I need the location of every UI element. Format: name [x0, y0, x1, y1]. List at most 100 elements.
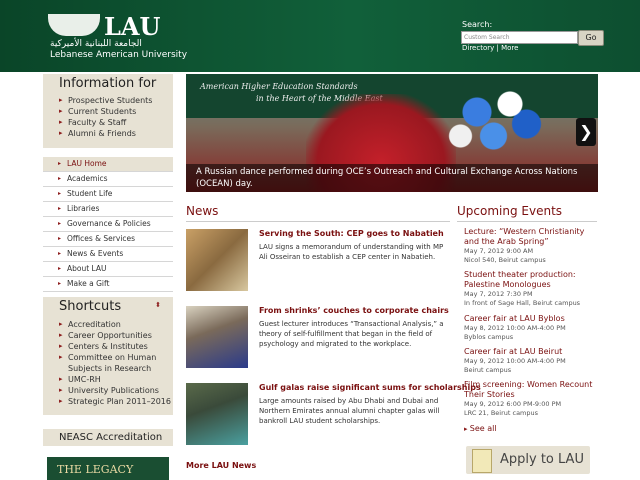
event-date: May 7, 2012 7:30 PM [464, 290, 533, 298]
events-heading: Upcoming Events [457, 204, 597, 222]
event-title[interactable]: Film screening: Women Recount Their Stor… [464, 380, 598, 400]
search-label: Search: [462, 20, 493, 29]
nav-item-academics[interactable]: ▸ Academics [43, 172, 173, 187]
site-header: LAU الجامعة اللبنانية الأميركية Lebanese… [0, 0, 640, 72]
event-place: Beirut campus [464, 366, 512, 374]
shortcuts-title: Shortcuts ⬍ [59, 299, 161, 314]
news-item: From shrinks’ couches to corporate chair… [186, 306, 450, 368]
info-item-current[interactable]: ▸ Current Students [59, 106, 173, 117]
search-input[interactable]: Custom Search [461, 31, 578, 44]
triangle-bullet-icon: ▸ [59, 107, 63, 115]
nav-item-about[interactable]: ▸ About LAU [43, 262, 173, 277]
more-news-link[interactable]: More LAU News [186, 461, 256, 470]
news-title[interactable]: Gulf galas raise significant sums for sc… [259, 383, 481, 392]
news-title[interactable]: From shrinks’ couches to corporate chair… [259, 306, 449, 315]
event-date: May 7, 2012 9:00 AM [464, 247, 534, 255]
logo-text: LAU [104, 12, 161, 41]
collapse-icon[interactable]: ⬍ [155, 301, 161, 309]
nav-item-libraries[interactable]: ▸ Libraries [43, 202, 173, 217]
event-place: LRC 21, Beirut campus [464, 409, 539, 417]
info-item-prospective[interactable]: ▸ Prospective Students [59, 95, 173, 106]
lau-logo[interactable]: LAU الجامعة اللبنانية الأميركية Lebanese… [48, 12, 187, 60]
neasc-accreditation-link[interactable]: NEASC Accreditation [43, 429, 173, 446]
nav-item-governance[interactable]: ▸ Governance & Policies [43, 217, 173, 232]
see-all-events-link[interactable]: ▸ See all [464, 424, 497, 433]
event-title[interactable]: Lecture: “Western Christianity and the A… [464, 227, 598, 247]
balloons-image [444, 80, 554, 160]
triangle-bullet-icon: ▸ [59, 386, 63, 394]
info-panel: Information for ▸ Prospective Students ▸ C… [43, 74, 173, 148]
event-title[interactable]: Career fair at LAU Byblos [464, 314, 598, 324]
shortcut-publications[interactable]: ▸ University Publications [59, 385, 173, 396]
triangle-bullet-icon: ▸ [58, 160, 62, 167]
event-date: May 9, 2012 10:00 AM-4:00 PM [464, 357, 566, 365]
event-item: Film screening: Women Recount Their Stor… [464, 380, 598, 418]
triangle-bullet-icon: ▸ [59, 118, 63, 126]
application-form-icon [472, 449, 492, 473]
news-summary: Guest lecturer introduces “Transactional… [259, 320, 444, 348]
event-place: Byblos campus [464, 333, 514, 341]
shortcut-umc[interactable]: ▸ UMC-RH [59, 374, 173, 385]
triangle-bullet-icon: ▸ [59, 129, 63, 137]
apply-to-lau-button[interactable]: Apply to LAU [466, 446, 590, 474]
news-title[interactable]: Serving the South: CEP goes to Nabatieh [259, 229, 444, 238]
triangle-bullet-icon: ▸ [58, 265, 62, 272]
triangle-bullet-icon: ▸ [58, 280, 62, 287]
news-summary: Large amounts raised by Abu Dhabi and Du… [259, 397, 440, 425]
shortcut-accreditation[interactable]: ▸ Accreditation [59, 319, 173, 330]
news-item: Serving the South: CEP goes to Nabatieh … [186, 229, 450, 291]
event-item: Career fair at LAU Beirut May 9, 2012 10… [464, 347, 598, 375]
event-place: In front of Sage Hall, Beirut campus [464, 299, 581, 307]
triangle-bullet-icon: ▸ [58, 205, 62, 212]
nav-item-lau-home[interactable]: ▸ LAU Home [43, 157, 173, 172]
hero-banner-line1: American Higher Education Standards [200, 82, 358, 91]
logo-subtitle: Lebanese American University [50, 50, 188, 60]
triangle-bullet-icon: ▸ [59, 375, 63, 383]
news-thumbnail[interactable] [186, 229, 248, 291]
info-panel-title: Information for [59, 76, 157, 91]
nav-item-student-life[interactable]: ▸ Student Life [43, 187, 173, 202]
triangle-bullet-icon: ▸ [58, 190, 62, 197]
event-place: Nicol 540, Beirut campus [464, 256, 546, 264]
triangle-bullet-icon: ▸ [59, 96, 63, 104]
hero-caption: A Russian dance performed during OCE’s O… [186, 164, 598, 192]
triangle-bullet-icon: ▸ [59, 331, 63, 339]
event-title[interactable]: Student theater production: Palestine Mo… [464, 270, 598, 290]
info-item-alumni[interactable]: ▸ Alumni & Friends [59, 128, 173, 139]
news-summary: LAU signs a memorandum of understanding … [259, 243, 444, 261]
triangle-bullet-icon: ▸ [58, 250, 62, 257]
news-item: Gulf galas raise significant sums for sc… [186, 383, 481, 445]
shortcut-strategic-plan[interactable]: ▸ Strategic Plan 2011–2016 [59, 396, 173, 407]
nav-item-make-gift[interactable]: ▸ Make a Gift [43, 277, 173, 292]
news-thumbnail[interactable] [186, 383, 248, 445]
event-item: Lecture: “Western Christianity and the A… [464, 227, 598, 265]
shortcut-committee[interactable]: ▸ Committee on Human Subjects in Research [59, 352, 173, 374]
shortcut-career[interactable]: ▸ Career Opportunities [59, 330, 173, 341]
nav-item-news-events[interactable]: ▸ News & Events [43, 247, 173, 262]
next-arrow-icon[interactable]: ❯ [576, 118, 596, 146]
go-button[interactable]: Go [578, 30, 604, 46]
nav-item-offices[interactable]: ▸ Offices & Services [43, 232, 173, 247]
directory-links[interactable]: Directory | More [462, 44, 518, 52]
info-item-faculty[interactable]: ▸ Faculty & Staff [59, 117, 173, 128]
legacy-banner[interactable]: THE LEGACY [47, 457, 169, 480]
event-item: Career fair at LAU Byblos May 8, 2012 10… [464, 314, 598, 342]
triangle-bullet-icon: ▸ [59, 320, 63, 328]
triangle-bullet-icon: ▸ [59, 342, 63, 350]
news-thumbnail[interactable] [186, 306, 248, 368]
news-heading: News [186, 204, 450, 222]
triangle-bullet-icon: ▸ [59, 353, 63, 361]
logo-arabic: الجامعة اللبنانية الأميركية [50, 39, 142, 49]
triangle-bullet-icon: ▸ [58, 220, 62, 227]
event-date: May 9, 2012 6:00 PM-9:00 PM [464, 400, 562, 408]
main-nav: ▸ LAU Home ▸ Academics ▸ Student Life ▸ Libr… [43, 157, 173, 292]
triangle-bullet-icon: ▸ [58, 235, 62, 242]
hero-slideshow[interactable]: American Higher Education Standards in t… [186, 74, 598, 192]
shortcut-centers[interactable]: ▸ Centers & Institutes [59, 341, 173, 352]
event-item: Student theater production: Palestine Mo… [464, 270, 598, 308]
triangle-bullet-icon: ▸ [58, 175, 62, 182]
ship-logo-icon [48, 14, 100, 36]
triangle-bullet-icon: ▸ [59, 397, 63, 405]
event-title[interactable]: Career fair at LAU Beirut [464, 347, 598, 357]
shortcuts-panel: Shortcuts ⬍ ▸ Accreditation ▸ Career Oppor… [43, 297, 173, 415]
